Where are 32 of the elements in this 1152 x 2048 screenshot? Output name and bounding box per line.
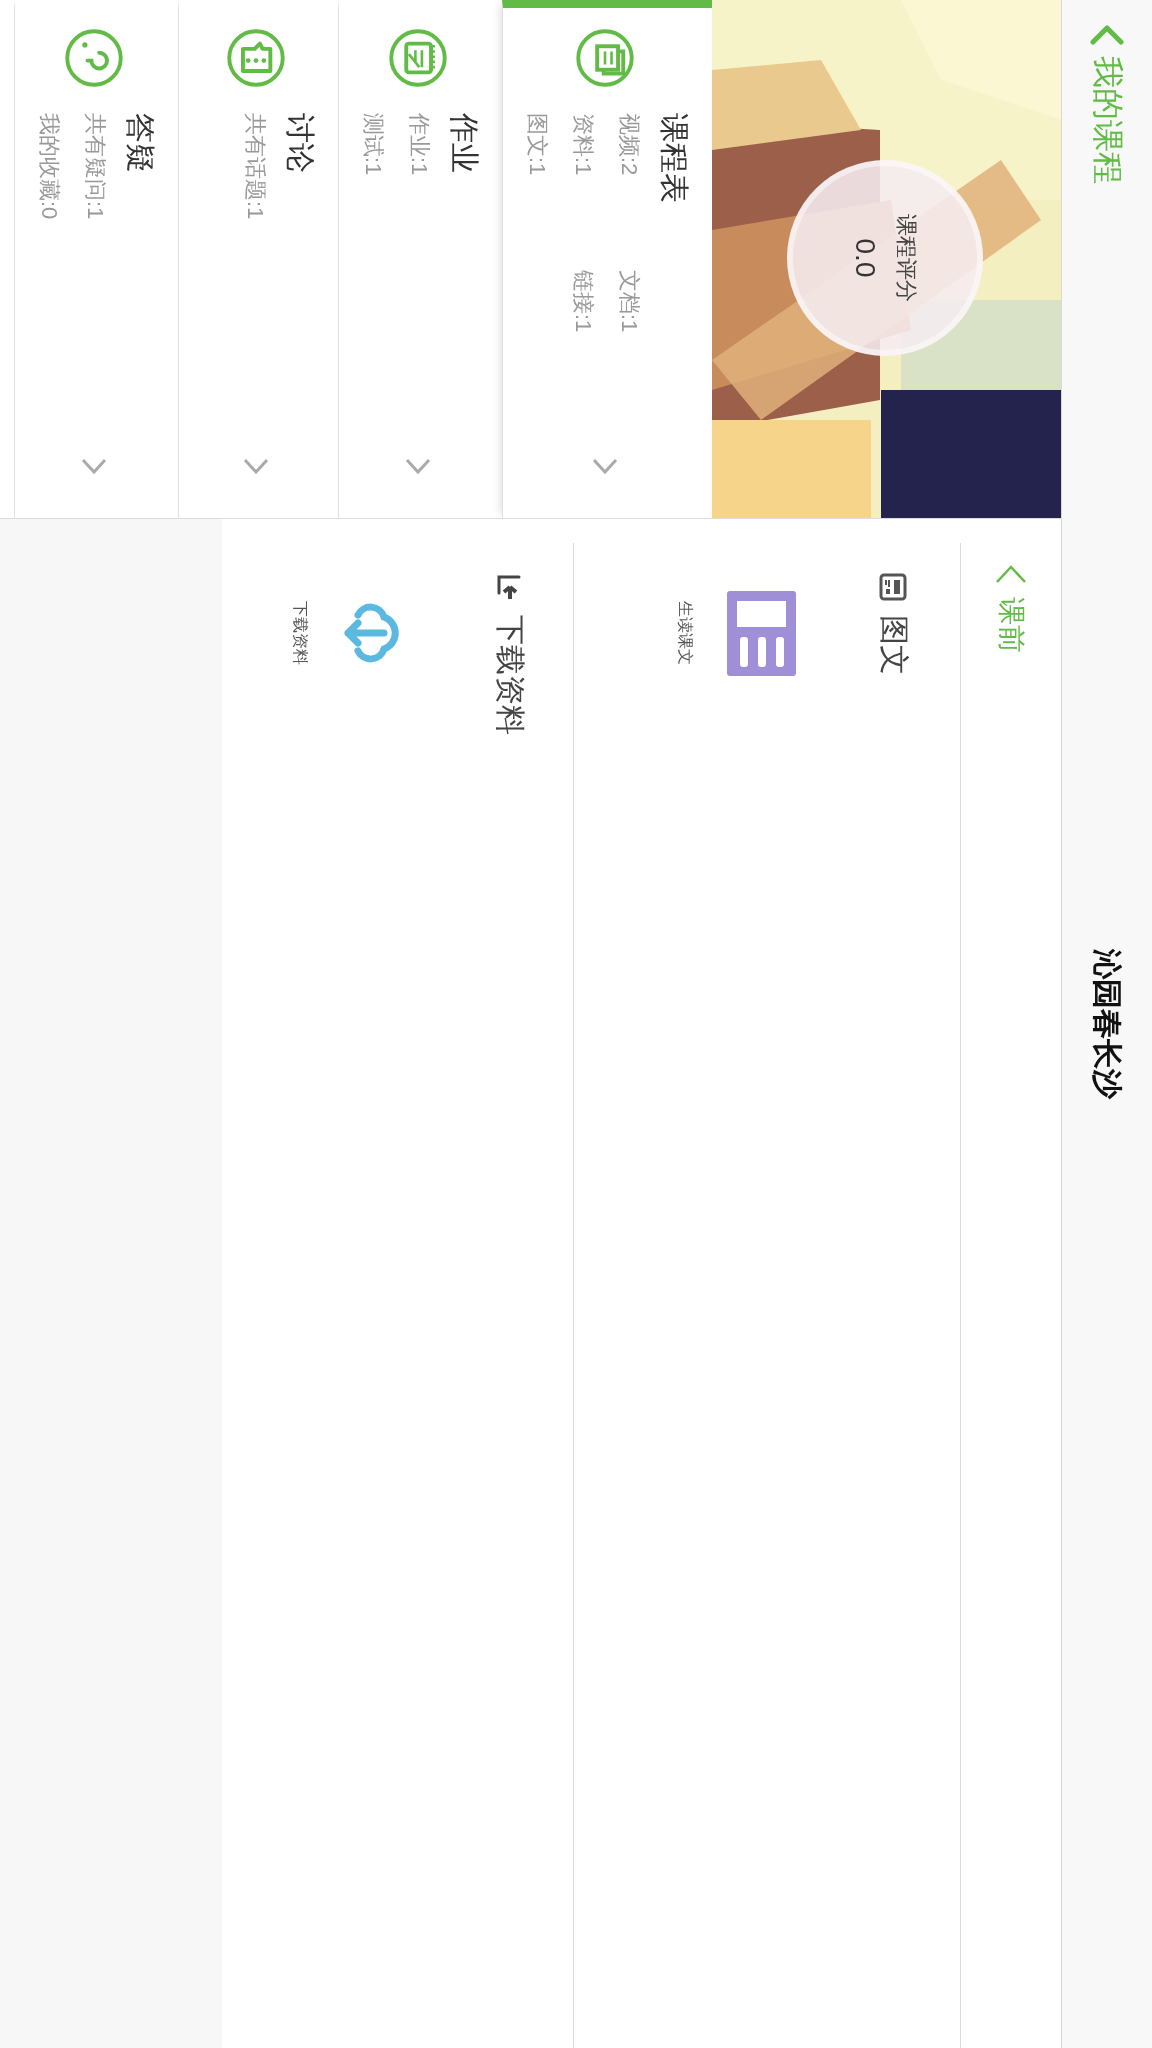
stat-text: 测试:1	[360, 113, 387, 178]
menu-item-title: 课程表	[657, 113, 692, 205]
stat-text: 作业:1	[406, 113, 433, 178]
tile-caption: 下载资料	[291, 601, 310, 665]
rating-value: 0.0	[849, 238, 881, 278]
notebook-icon	[388, 28, 448, 88]
stat-text: 文档:1	[616, 270, 643, 335]
page-title: 沁园春长沙	[1090, 949, 1126, 1099]
menu-item-title: 作业	[447, 113, 482, 175]
section-title: 图文	[877, 615, 912, 675]
resource-tile[interactable]: 生读课文	[674, 583, 796, 683]
resource-tile[interactable]: 下载资料	[289, 583, 408, 683]
rating-label: 课程评分	[893, 214, 920, 302]
stat-text: 共有话题:1	[242, 113, 269, 222]
chat-icon	[226, 28, 286, 88]
question-icon	[64, 28, 124, 88]
stat-text: 共有疑问:1	[82, 113, 109, 222]
menu-item[interactable]: 课程表 视频:2 文档:1 资料:1 链接:1 图文:1	[502, 0, 712, 518]
stat-text: 视频:2	[616, 113, 643, 178]
menu-item-title: 讨论	[283, 113, 318, 175]
stat-text: 链接:1	[570, 270, 597, 335]
stat-text: 图文:1	[524, 113, 551, 178]
lesson-icon	[727, 590, 796, 676]
article-icon	[879, 573, 908, 601]
tile-caption: 生读课文	[676, 601, 695, 665]
stat-text: 我的收藏:0	[36, 113, 63, 222]
document-icon	[575, 28, 635, 88]
back-icon	[995, 563, 1027, 585]
back-icon	[1090, 22, 1124, 48]
stat-text: 资料:1	[570, 113, 597, 178]
menu-item-title: 答疑	[123, 113, 158, 175]
section-title: 下载资料	[493, 615, 528, 735]
